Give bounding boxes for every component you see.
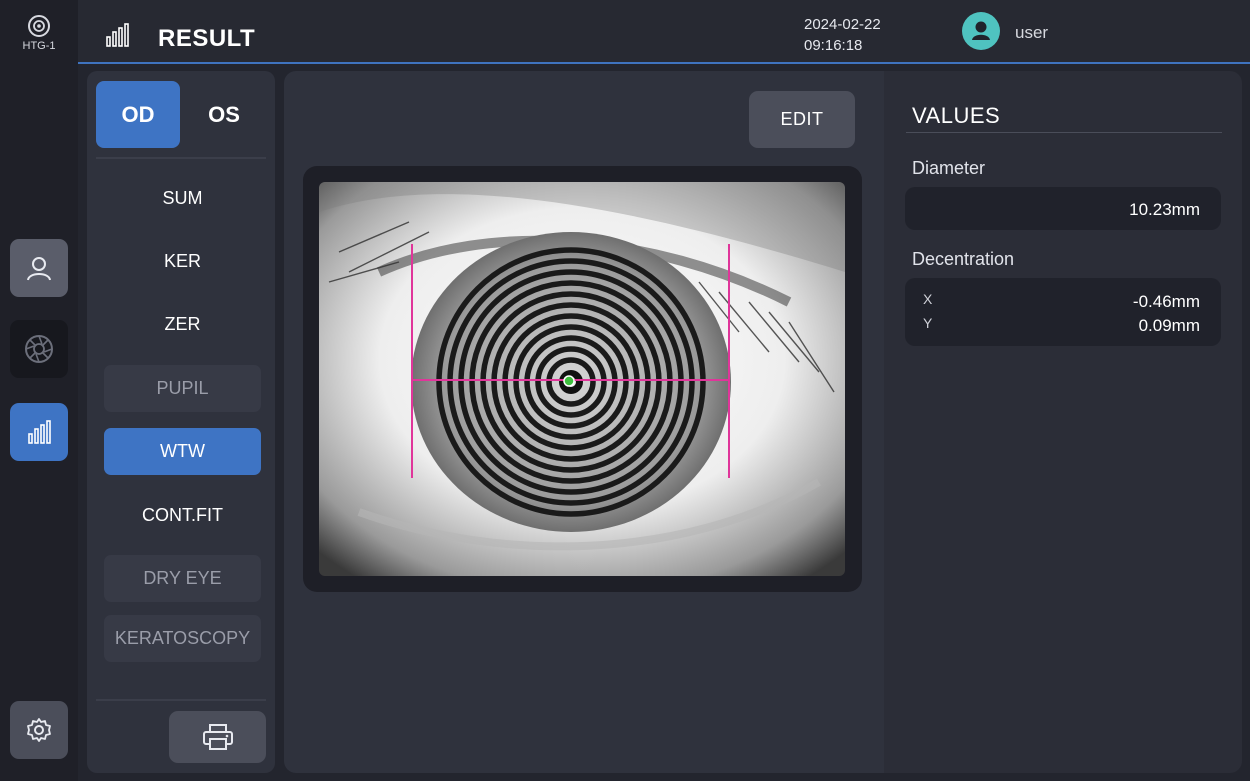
diameter-value: 10.23mm	[1129, 200, 1200, 219]
x-label: X	[923, 291, 933, 307]
menu-item-zer[interactable]: ZER	[104, 301, 261, 348]
logo-text: HTG-1	[22, 40, 56, 52]
printer-icon	[202, 724, 233, 750]
diameter-label: Diameter	[912, 158, 986, 178]
user-icon	[27, 257, 51, 281]
menu-item-sum[interactable]: SUM	[104, 175, 261, 222]
menu-item-dry-eye[interactable]: DRY EYE	[104, 555, 261, 602]
capture-button[interactable]	[10, 320, 68, 378]
result-menu-panel: OD OS SUM KER ZER PUPIL WTW CONT.FIT DRY…	[87, 71, 275, 773]
y-value: 0.09mm	[1138, 316, 1200, 335]
values-title: VALUES	[912, 103, 1001, 128]
image-frame	[303, 166, 862, 592]
left-rail: HTG-1	[0, 0, 78, 781]
edit-button[interactable]: EDIT	[749, 91, 855, 148]
top-bar: RESULT 2024-02-22 09:16:18 user	[78, 0, 1250, 64]
decentration-value-box: X -0.46mm Y 0.09mm	[905, 278, 1221, 346]
datetime: 2024-02-22 09:16:18	[804, 14, 881, 56]
placido-eye-image[interactable]	[319, 182, 845, 576]
time-text: 09:16:18	[804, 37, 863, 54]
divider	[906, 132, 1222, 133]
y-label: Y	[923, 315, 933, 331]
tab-od[interactable]: OD	[96, 81, 180, 148]
date-text: 2024-02-22	[804, 16, 881, 33]
device-logo-icon	[28, 15, 50, 37]
avatar[interactable]	[962, 12, 1000, 50]
tab-os[interactable]: OS	[182, 81, 266, 148]
menu-item-ker[interactable]: KER	[104, 238, 261, 285]
device-logo: HTG-1	[0, 14, 78, 52]
page-title: RESULT	[158, 25, 256, 52]
menu-item-cont-fit[interactable]: CONT.FIT	[104, 492, 261, 539]
menu-item-keratoscopy[interactable]: KERATOSCOPY	[104, 615, 261, 662]
user-name[interactable]: user	[1015, 23, 1048, 43]
decentration-label: Decentration	[912, 249, 1015, 269]
gear-icon	[27, 718, 51, 742]
menu-item-pupil[interactable]: PUPIL	[104, 365, 261, 412]
image-panel: EDIT	[284, 71, 884, 773]
print-button[interactable]	[169, 711, 266, 763]
settings-button[interactable]	[10, 701, 68, 759]
x-value: -0.46mm	[1132, 292, 1200, 311]
divider	[96, 699, 266, 701]
bar-chart-icon	[106, 23, 129, 47]
patient-button[interactable]	[10, 239, 68, 297]
user-icon	[972, 21, 990, 40]
divider	[96, 157, 266, 159]
menu-item-wtw[interactable]: WTW	[104, 428, 261, 475]
aperture-icon	[25, 335, 53, 363]
result-button[interactable]	[10, 403, 68, 461]
values-panel: VALUES Diameter 10.23mm Decentration X -…	[884, 71, 1242, 773]
bar-chart-icon	[28, 420, 51, 444]
diameter-value-box: 10.23mm	[905, 187, 1221, 230]
